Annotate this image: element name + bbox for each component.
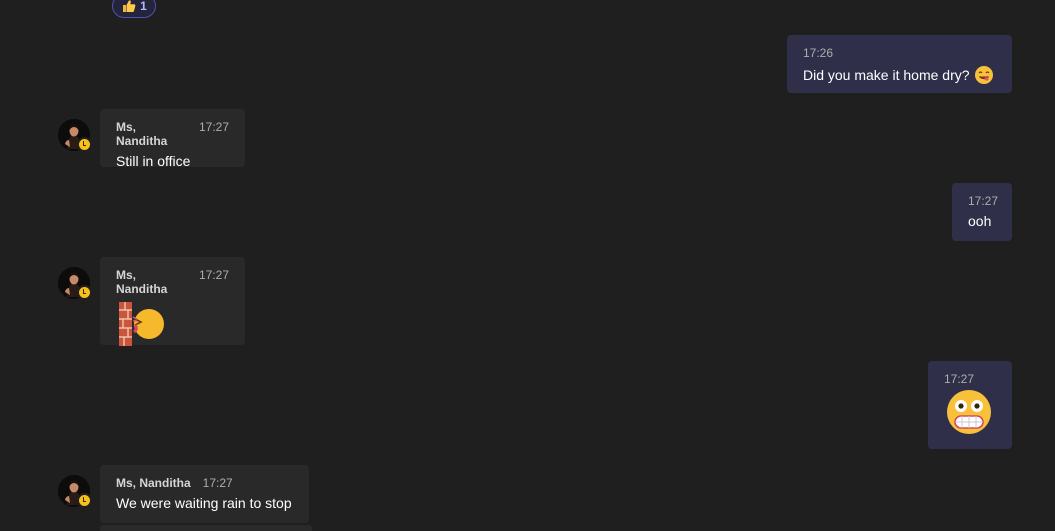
- next-message-edge: [100, 525, 312, 531]
- avatar[interactable]: [58, 119, 92, 152]
- sender-name: Ms, Nanditha: [116, 268, 168, 296]
- message-time: 17:26: [803, 46, 834, 60]
- head-bang-wall-emoji: [119, 302, 164, 346]
- received-message[interactable]: Ms, Nanditha 17:27: [100, 257, 245, 346]
- reaction-count: 1: [140, 0, 147, 13]
- reaction-pill[interactable]: 1: [112, 0, 156, 18]
- sent-message[interactable]: 17:26 Did you make it home dry?: [787, 35, 1012, 93]
- message-text: We were waiting rain to stop: [116, 495, 292, 511]
- presence-away-icon: [77, 137, 92, 152]
- avatar[interactable]: [58, 475, 92, 508]
- presence-away-icon: [77, 285, 92, 300]
- message-time: 17:27: [198, 268, 229, 282]
- received-message[interactable]: Ms, Nanditha 17:27 Still in office: [100, 109, 245, 169]
- presence-away-icon: [77, 493, 92, 508]
- avatar[interactable]: [58, 267, 92, 300]
- yum-face-emoji: [974, 66, 993, 84]
- sender-name: Ms, Nanditha: [116, 476, 191, 490]
- message-time: 17:27: [968, 194, 999, 208]
- message-text: Did you make it home dry?: [803, 67, 970, 83]
- sent-message[interactable]: 17:27: [928, 361, 1012, 449]
- message-time: 17:27: [202, 476, 233, 490]
- message-text: Still in office: [116, 153, 191, 169]
- received-message[interactable]: Ms, Nanditha 17:27 We were waiting rain …: [100, 465, 309, 523]
- message-time: 17:27: [944, 372, 975, 386]
- chat-thread: 1 17:26 Did you make it home dry? Ms, Na…: [0, 0, 1055, 531]
- sent-message[interactable]: 17:27 ooh: [952, 183, 1012, 241]
- grimacing-face-emoji: [947, 390, 991, 434]
- sender-name: Ms, Nanditha: [116, 120, 168, 148]
- thumbs-up-icon: [123, 0, 136, 12]
- message-text: ooh: [968, 213, 992, 229]
- message-time: 17:27: [198, 120, 229, 134]
